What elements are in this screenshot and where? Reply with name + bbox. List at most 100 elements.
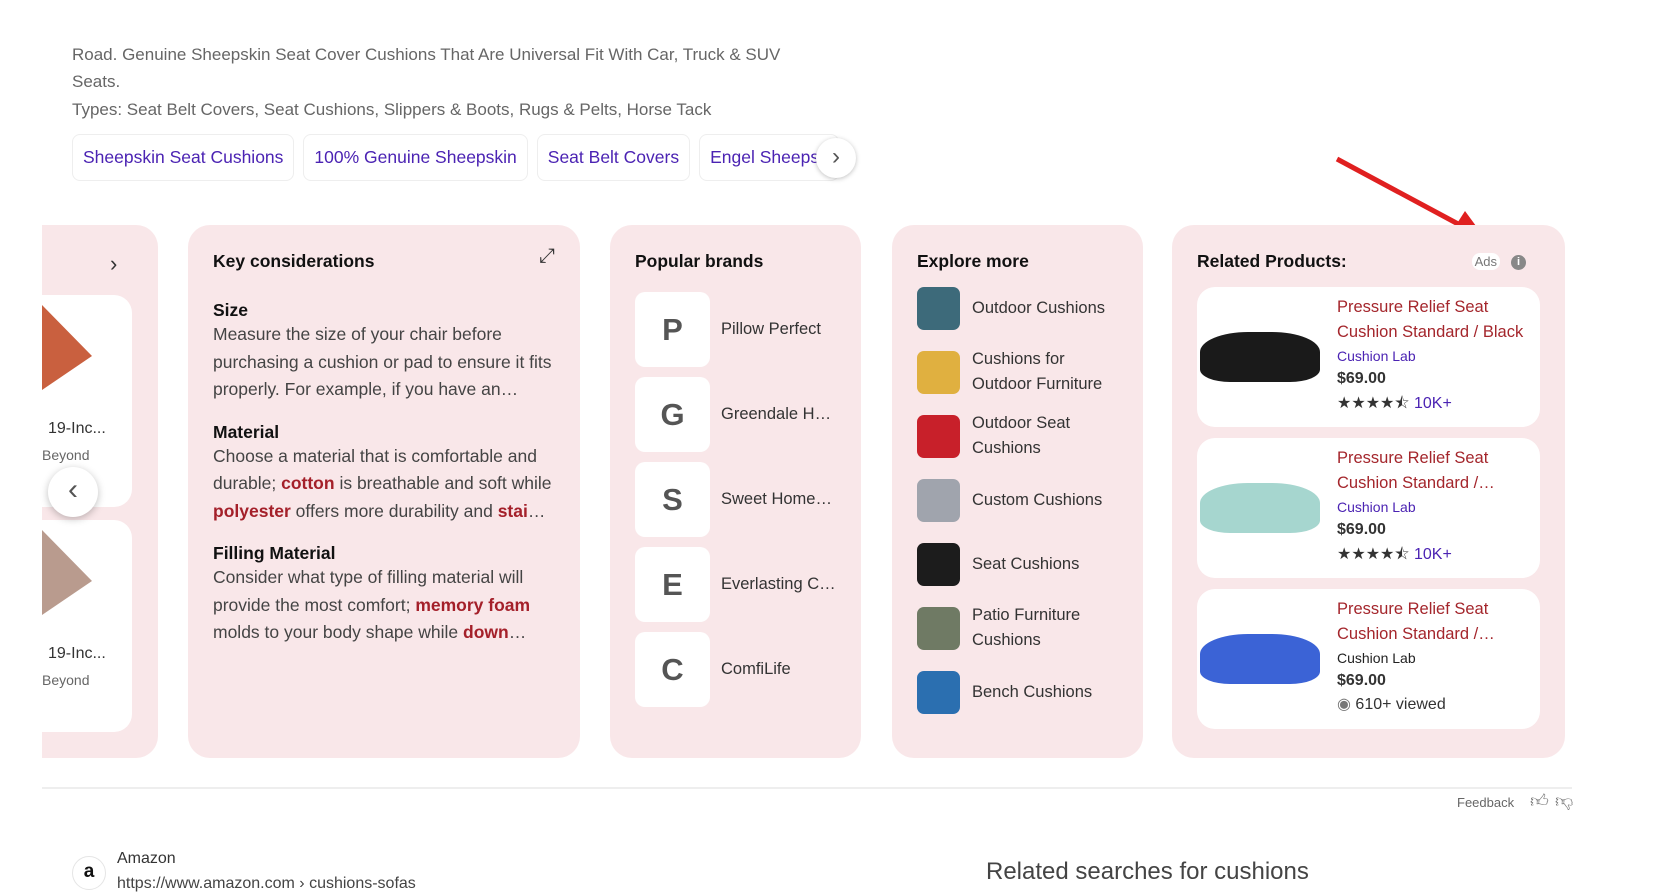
explore-label: Bench Cushions	[972, 682, 1093, 701]
section-heading: Size	[213, 300, 249, 320]
rating: ★★★★⯪ 10K+	[1337, 543, 1527, 570]
product-title[interactable]: Pressure Relief Seat Cushion Standard /…	[1337, 597, 1527, 647]
thumbs-up-icon[interactable]: 👍︎	[1530, 790, 1549, 812]
product-price: $69.00	[1337, 672, 1386, 689]
text-run: Measure the size of your chair before pu…	[213, 324, 552, 399]
text-run: is breathable and soft while	[334, 473, 552, 493]
explore-thumbnail	[917, 286, 960, 330]
product-store[interactable]: Cushion Lab	[1337, 499, 1527, 515]
chevron-left-icon[interactable]: ‹	[48, 467, 98, 517]
explore-item[interactable]: Bench Cushions	[917, 660, 1118, 724]
section-text: Consider what type of filling material w…	[213, 564, 555, 647]
brand-item[interactable]: E Everlasting Comfort	[635, 547, 836, 622]
product-store: Beyond	[42, 672, 90, 688]
product-store: Beyond	[42, 447, 90, 463]
chip[interactable]: 100% Genuine Sheepskin	[303, 134, 528, 181]
related-searches-title: Related searches for cushions	[986, 858, 1309, 885]
explore-thumbnail	[917, 606, 960, 650]
description-line: Seats.	[72, 72, 121, 91]
brand-letter: S	[635, 462, 710, 537]
product-image	[1197, 589, 1322, 729]
explore-label: Custom Cushions	[972, 490, 1103, 509]
explore-item[interactable]: Custom Cushions	[917, 468, 1118, 532]
types-line: Types: Seat Belt Covers, Seat Cushions, …	[72, 100, 712, 119]
related-products-panel: Related Products: Ads i Pressure Relief …	[1172, 225, 1565, 758]
section-heading: Material	[213, 421, 280, 442]
section-text: Measure the size of your chair before pu…	[213, 321, 555, 404]
thumbs-down-icon[interactable]: 👎︎	[1555, 790, 1573, 812]
highlight-term: stai	[497, 500, 528, 521]
explore-label: Outdoor Seat Cushions	[972, 414, 1071, 457]
product-title[interactable]: Pressure Relief Seat Cushion Standard /…	[1337, 446, 1527, 496]
product-price: $69.00	[1337, 370, 1386, 387]
brand-letter: G	[635, 377, 710, 452]
brand-item[interactable]: C ComfiLife	[635, 632, 836, 707]
product-image	[42, 530, 92, 615]
star-rating-icon: ★★★★⯪	[1337, 395, 1410, 412]
explore-item[interactable]: Cushions for Outdoor Furniture	[917, 340, 1118, 404]
product-store[interactable]: Cushion Lab	[1337, 650, 1527, 666]
explore-item[interactable]: Outdoor Seat Cushions	[917, 404, 1118, 468]
explore-item[interactable]: Seat Cushions	[917, 532, 1118, 596]
chevron-right-icon[interactable]: ›	[110, 251, 117, 277]
brand-name: Everlasting Comfort	[721, 575, 836, 593]
brand-item[interactable]: G Greendale Home Fashions	[635, 377, 836, 452]
brand-name: Pillow Perfect	[721, 320, 821, 338]
panel-title: Key considerations	[213, 251, 375, 271]
product-card[interactable]: Pressure Relief Seat Cushion Standard /……	[1197, 589, 1540, 729]
explore-thumbnail	[917, 478, 960, 522]
brand-item[interactable]: P Pillow Perfect	[635, 292, 836, 367]
explore-thumbnail	[917, 350, 960, 394]
result-url[interactable]: https://www.amazon.com › cushions-sofas	[117, 875, 416, 893]
feedback-label[interactable]: Feedback	[1457, 795, 1514, 810]
eye-icon: ◉	[1337, 696, 1351, 713]
explore-label: Seat Cushions	[972, 554, 1080, 573]
review-count[interactable]: 10K+	[1414, 395, 1452, 412]
expand-icon[interactable]: ⤢	[539, 245, 555, 268]
description-line: Road. Genuine Sheepskin Seat Cover Cushi…	[72, 45, 781, 64]
explore-label: Cushions for Outdoor Furniture	[972, 350, 1103, 393]
divider	[42, 787, 1572, 789]
brand-name: Sweet Home Collection	[721, 490, 836, 508]
brand-letter: C	[635, 632, 710, 707]
chip[interactable]: Sheepskin Seat Cushions	[72, 134, 295, 181]
text-run: …	[508, 622, 527, 642]
amazon-favicon-icon: a	[72, 856, 106, 890]
product-price: $69.00	[1337, 521, 1386, 538]
explore-thumbnail	[917, 542, 960, 586]
explore-item[interactable]: Outdoor Cushions	[917, 276, 1118, 340]
chip-row: Sheepskin Seat Cushions 100% Genuine She…	[72, 134, 840, 181]
highlight-term: polyester	[213, 500, 291, 521]
text-run: …	[527, 500, 546, 521]
highlight-term: cotton	[281, 473, 335, 493]
product-title: 19-Inc...	[48, 645, 106, 662]
info-icon[interactable]: i	[1511, 255, 1526, 270]
product-image	[1197, 438, 1322, 578]
brand-letter: P	[635, 292, 710, 367]
highlight-term: memory foam	[415, 594, 531, 615]
brand-name: Greendale Home Fashions	[721, 405, 836, 423]
product-title[interactable]: Pressure Relief Seat Cushion Standard / …	[1337, 295, 1527, 345]
viewed-count: ◉ 610+ viewed	[1337, 694, 1527, 714]
brand-letter: E	[635, 547, 710, 622]
result-site-name[interactable]: Amazon	[117, 850, 176, 868]
chevron-right-icon[interactable]: ›	[816, 138, 856, 178]
product-store[interactable]: Cushion Lab	[1337, 348, 1527, 364]
section-heading: Filling Material	[213, 543, 336, 563]
explore-label: Patio Furniture Cushions	[972, 606, 1081, 649]
highlight-term: down	[463, 622, 509, 642]
product-card[interactable]: Pressure Relief Seat Cushion Standard / …	[1197, 287, 1540, 427]
chip[interactable]: Seat Belt Covers	[536, 134, 691, 181]
brand-item[interactable]: S Sweet Home Collection	[635, 462, 836, 537]
rating: ★★★★⯪ 10K+	[1337, 392, 1527, 419]
product-card[interactable]: Pressure Relief Seat Cushion Standard /……	[1197, 438, 1540, 578]
explore-more-panel: Explore more Outdoor Cushions Cushions fo…	[892, 225, 1143, 758]
review-count[interactable]: 10K+	[1414, 546, 1452, 563]
product-image	[42, 305, 92, 390]
explore-item[interactable]: Patio Furniture Cushions	[917, 596, 1118, 660]
brand-name: ComfiLife	[721, 660, 791, 678]
panel-title: Explore more	[917, 251, 1029, 271]
key-considerations-panel: Key considerations ⤢ Size Measure the siz…	[188, 225, 580, 758]
ads-badge: Ads	[1471, 253, 1500, 270]
product-card[interactable]: 19-Inc... Beyond	[42, 520, 132, 732]
